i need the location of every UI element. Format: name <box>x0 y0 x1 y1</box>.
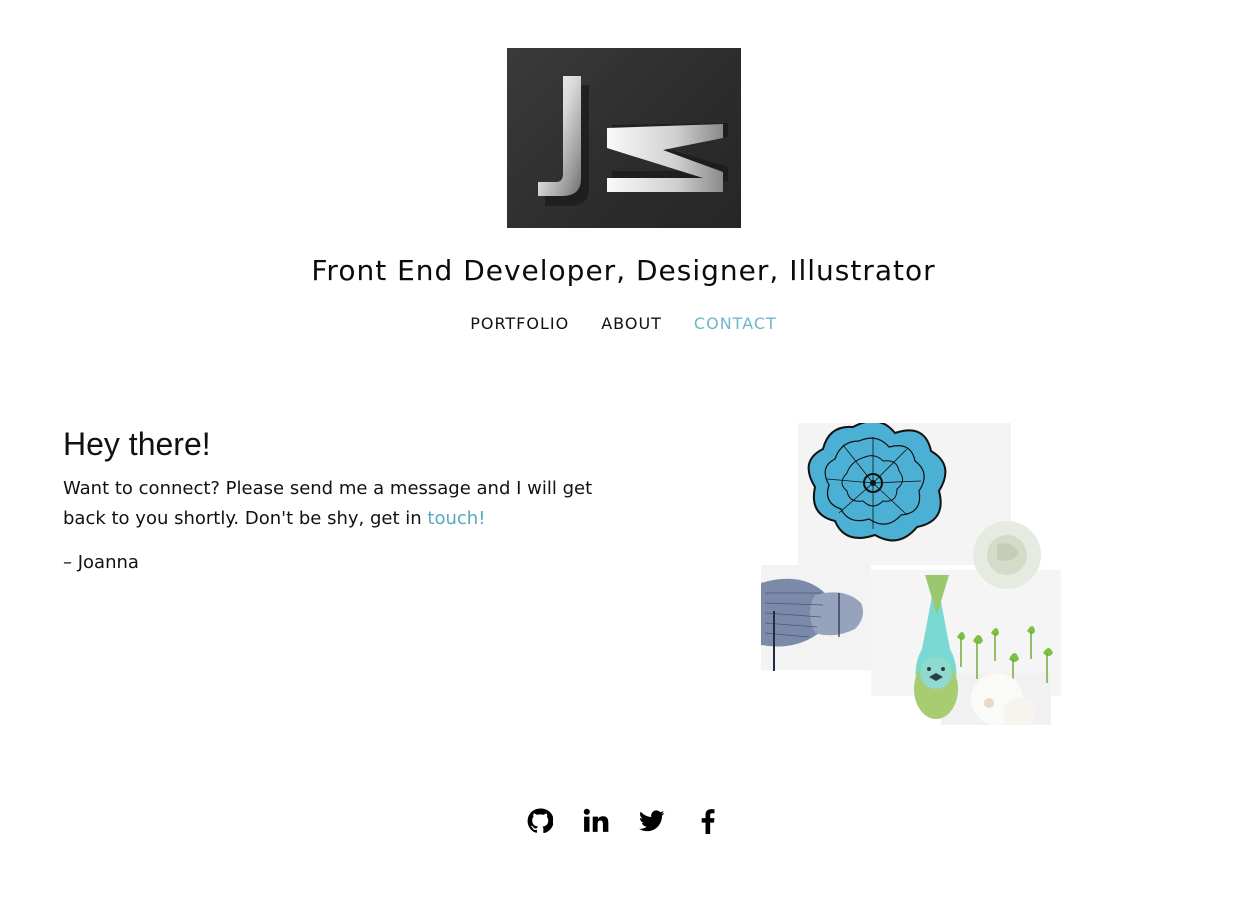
nav-item-portfolio[interactable]: PORTFOLIO <box>470 314 569 333</box>
contact-illustration <box>761 420 1061 729</box>
flower-bird-illustration <box>761 420 1061 729</box>
github-icon <box>527 808 553 834</box>
contact-heading: Hey there! <box>63 426 211 462</box>
linkedin-icon <box>583 808 608 832</box>
twitter-link[interactable] <box>638 808 665 834</box>
nav-item-contact[interactable]: CONTACT <box>694 314 777 333</box>
social-links <box>0 808 1247 834</box>
contact-message-text: Want to connect? Please send me a messag… <box>63 478 593 529</box>
github-link[interactable] <box>527 808 553 834</box>
main-nav: PORTFOLIO ABOUT CONTACT <box>0 314 1247 333</box>
page-tagline: Front End Developer, Designer, Illustrat… <box>311 254 936 287</box>
facebook-link[interactable] <box>695 808 721 834</box>
contact-message: Want to connect? Please send me a messag… <box>63 474 603 534</box>
linkedin-link[interactable] <box>583 808 609 834</box>
jk-monogram-logo <box>538 76 728 206</box>
twitter-icon <box>638 810 664 832</box>
contact-touch-link[interactable]: touch! <box>427 508 485 529</box>
facebook-icon <box>701 809 714 834</box>
jk-logo[interactable] <box>507 48 741 228</box>
nav-item-about[interactable]: ABOUT <box>601 314 662 333</box>
contact-signature: – Joanna <box>63 552 139 573</box>
